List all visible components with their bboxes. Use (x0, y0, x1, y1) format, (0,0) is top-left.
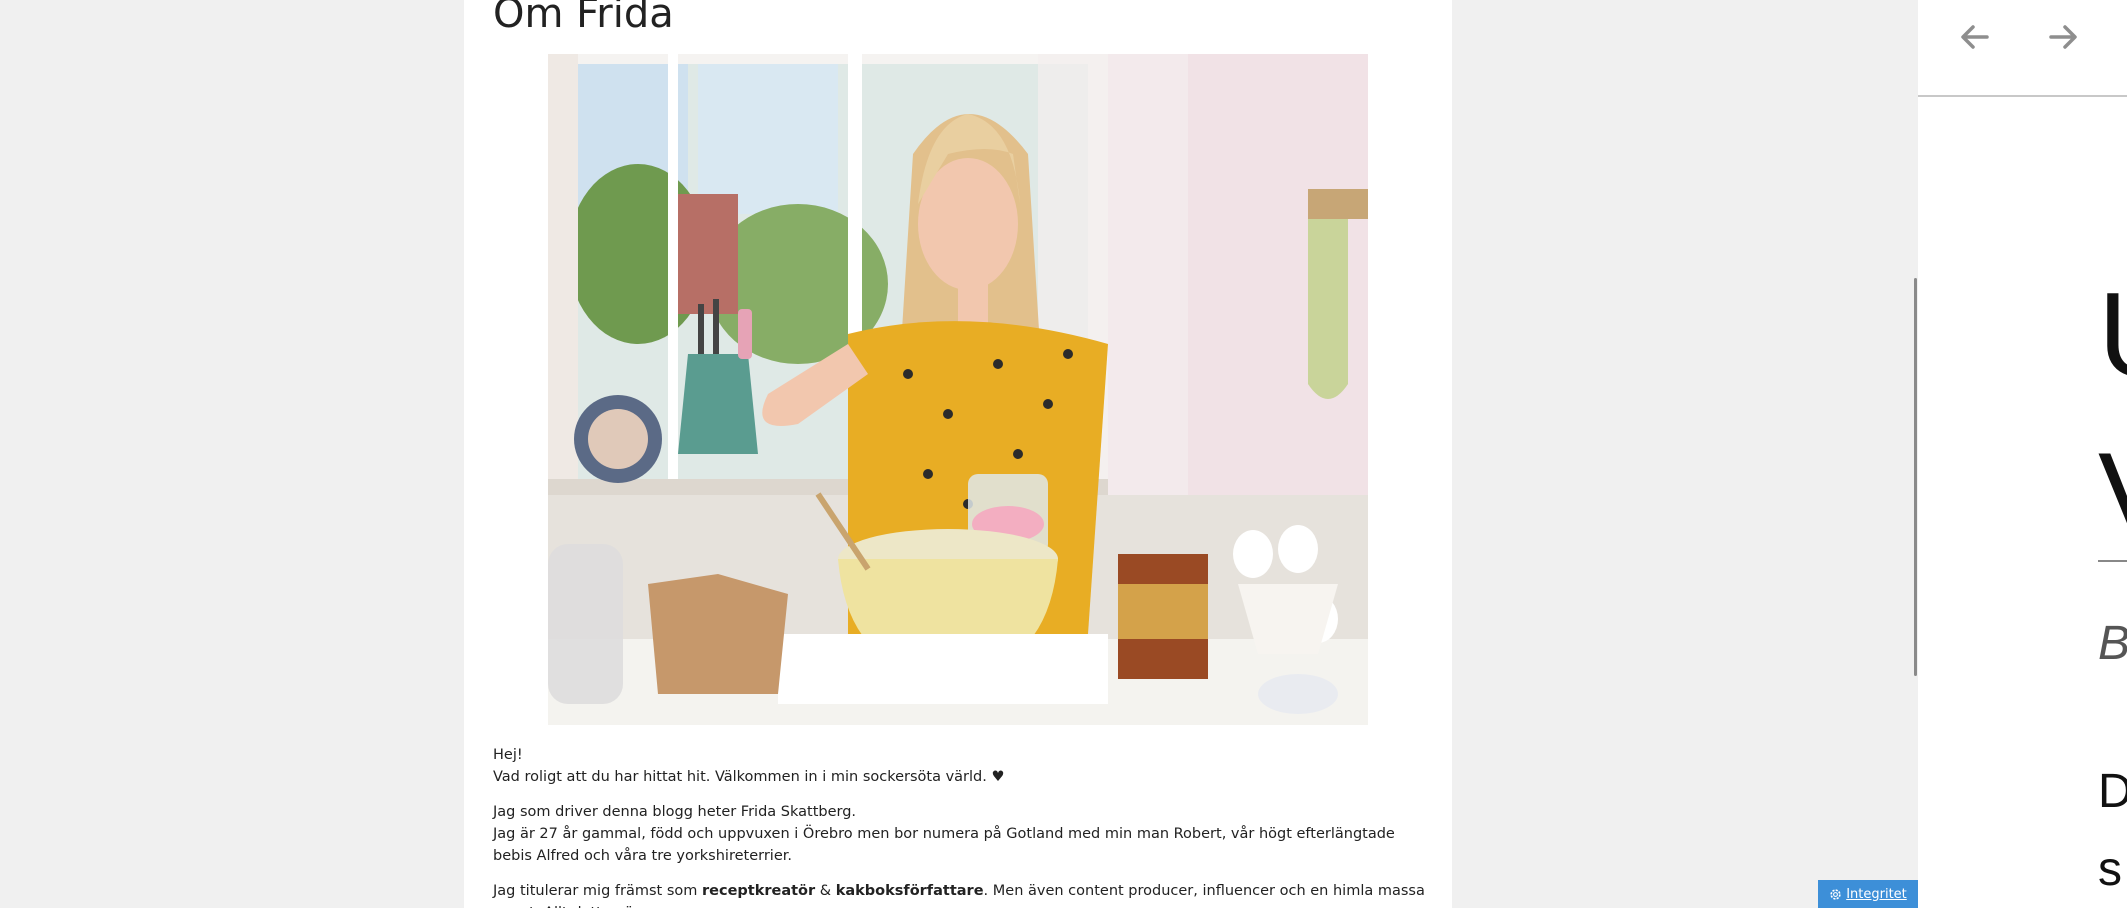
frida-baking-photo (548, 54, 1368, 725)
side-divider (2098, 560, 2127, 562)
intro-line-2: Jag är 27 år gammal, född och uppvuxen i… (493, 826, 1395, 864)
side-heading-line-2: V (2098, 435, 2127, 555)
paragraph-titles: Jag titulerar mig främst som receptkreat… (493, 880, 1433, 908)
arrow-left-icon[interactable] (1953, 15, 1997, 59)
side-text-line-2: s (2098, 843, 2122, 896)
titles-bold-1: receptkreatör (701, 883, 816, 899)
welcome-line: Vad roligt att du har hittat hit. Välkom… (493, 769, 1005, 785)
intro-line-1: Jag som driver denna blogg heter Frida S… (493, 804, 857, 820)
paragraph-greeting: Hej! Vad roligt att du har hittat hit. V… (493, 744, 1433, 788)
side-heading-line-1: U (2098, 275, 2127, 395)
greeting-line: Hej! (493, 747, 523, 763)
titles-bold-2: kakboksförfattare (835, 883, 984, 899)
paragraph-intro: Jag som driver denna blogg heter Frida S… (493, 801, 1433, 867)
privacy-button[interactable]: Integritet (1818, 880, 1918, 908)
arrow-right-icon[interactable] (2041, 15, 2085, 59)
side-panel: U V B D s (1918, 0, 2127, 908)
article-container: Om Frida Hej! Vad roligt att du har hitt… (464, 0, 1452, 908)
about-text: Hej! Vad roligt att du har hittat hit. V… (493, 744, 1433, 908)
side-text-line-1: D (2098, 765, 2127, 818)
page-title: Om Frida (493, 0, 674, 37)
side-byline: B (2098, 617, 2127, 670)
carousel-nav (1918, 0, 2127, 97)
privacy-label: Integritet (1846, 886, 1907, 902)
gear-icon (1830, 888, 1841, 900)
scrollbar-thumb[interactable] (1914, 278, 1917, 676)
titles-text-1: Jag titulerar mig främst som (493, 883, 702, 899)
titles-text-2: & (815, 883, 836, 899)
